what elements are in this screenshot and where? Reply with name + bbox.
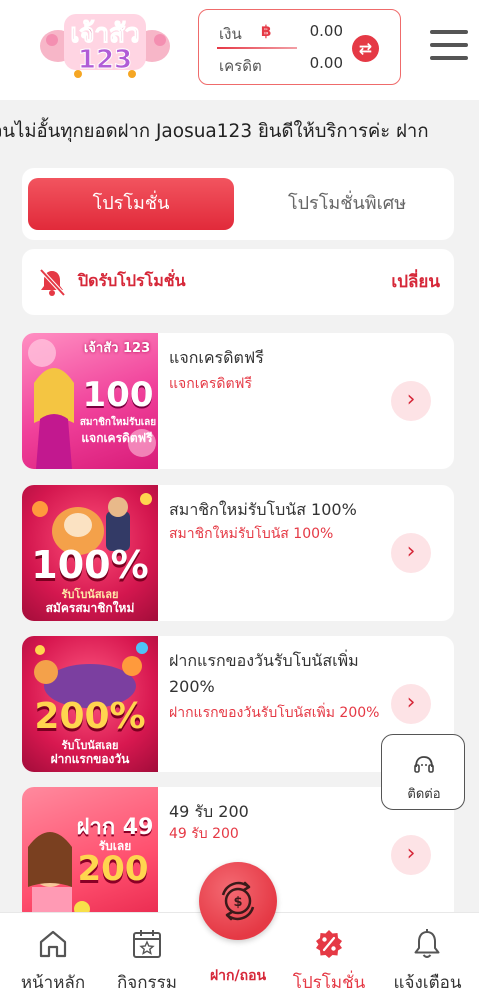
promotion-image-first-deposit: 200% รับโบนัสเลย ฝากแรกของวัน <box>22 636 158 772</box>
nav-item-notifications[interactable]: แจ้งเตือน <box>376 913 479 1001</box>
nav-label: กิจกรรม <box>116 973 177 993</box>
balance-divider <box>217 47 297 49</box>
promotion-tabs: โปรโมชั่น โปรโมชั่นพิเศษ <box>22 168 454 240</box>
promotion-image-new-member: 100% รับโบนัสเลย สมัครสมาชิกใหม่ <box>22 485 158 621</box>
contact-button[interactable]: ติดต่อ <box>381 734 465 810</box>
promo-line2: แจกเครดิตฟรี <box>81 431 153 445</box>
promotion-status-label: ปิดรับโปรโมชั่น <box>78 271 186 290</box>
chevron-right-icon[interactable]: › <box>391 835 431 875</box>
change-button[interactable]: เปลี่ยน <box>391 268 440 295</box>
contact-label: ติดต่อ <box>407 787 441 802</box>
bell-off-icon <box>38 267 66 297</box>
header: เจ้าสัว 123 เงิน ฿ 0.00 เครดิต 0.00 ⇄ <box>0 0 479 100</box>
promotion-subtitle: 49 รับ 200 <box>169 826 239 842</box>
promotion-subtitle: ฝากแรกของวันรับโบนัสเพิ่ม 200% <box>169 705 380 721</box>
promo-line2: ฝากแรกของวัน <box>50 752 130 766</box>
nav-label: โปรโมชั่น <box>292 973 366 993</box>
tab-promotion[interactable]: โปรโมชั่น <box>28 178 234 230</box>
promotion-card[interactable]: เจ้าสัว 123 100 สมาชิกใหม่รับเลย แจกเครด… <box>22 333 454 469</box>
promo-big-number: 100 <box>82 375 154 415</box>
announcement-marquee: วนไม่อั้นทุกยอดฝาก Jaosua123 ยินดีให้บริ… <box>0 112 479 146</box>
nav-item-home[interactable]: หน้าหลัก <box>0 913 106 1001</box>
baht-symbol: ฿ <box>261 22 272 40</box>
promo-line2: สมัครสมาชิกใหม่ <box>45 601 135 615</box>
bell-icon <box>410 927 444 961</box>
promotion-title: สมาชิกใหม่รับโบนัส 100% <box>169 500 357 519</box>
money-value: 0.00 <box>309 22 343 40</box>
promotion-receive-toggle: ปิดรับโปรโมชั่น เปลี่ยน <box>22 249 454 315</box>
promotion-icon <box>312 927 346 961</box>
calendar-icon <box>130 927 164 961</box>
support-icon <box>413 755 435 775</box>
promotion-title: ฝากแรกของวันรับโบนัสเพิ่ม 200% <box>169 651 359 696</box>
deposit-withdraw-button[interactable]: $ <box>199 862 277 940</box>
promotion-subtitle: แจกเครดิตฟรี <box>169 376 252 392</box>
chevron-right-icon[interactable]: › <box>391 533 431 573</box>
chevron-right-icon[interactable]: › <box>391 381 431 421</box>
brand-logo[interactable]: เจ้าสัว 123 <box>38 6 172 82</box>
promo-logo-text: เจ้าสัว 123 <box>83 341 151 356</box>
promotion-title: 49 รับ 200 <box>169 802 249 821</box>
credit-label: เครดิต <box>219 57 262 75</box>
deposit-withdraw-label[interactable]: ฝาก/ถอน <box>186 965 290 987</box>
chevron-right-icon[interactable]: › <box>391 684 431 724</box>
marquee-text: วนไม่อั้นทุกยอดฝาก Jaosua123 ยินดีให้บริ… <box>0 121 429 142</box>
money-label: เงิน <box>219 25 242 43</box>
nav-item-promotion[interactable]: โปรโมชั่น <box>282 913 376 1001</box>
promo-big-number: 200% <box>34 696 146 737</box>
nav-item-activities[interactable]: กิจกรรม <box>106 913 188 1001</box>
svg-text:$: $ <box>233 895 242 910</box>
promo-line1: สมาชิกใหม่รับเลย <box>79 417 157 428</box>
money-balance-row: เงิน ฿ 0.00 <box>219 22 343 44</box>
hamburger-icon[interactable] <box>430 30 468 60</box>
promotion-subtitle: สมาชิกใหม่รับโบนัส 100% <box>169 526 334 542</box>
swap-icon[interactable]: ⇄ <box>352 35 379 62</box>
nav-label: หน้าหลัก <box>20 973 86 993</box>
balance-panel: เงิน ฿ 0.00 เครดิต 0.00 ⇄ <box>198 9 401 85</box>
promo-big-number: 200 <box>77 849 149 889</box>
promo-big-number: 100% <box>31 543 149 587</box>
tab-special-promotion[interactable]: โปรโมชั่นพิเศษ <box>244 178 450 230</box>
logo-text-bottom: 123 <box>78 45 132 75</box>
deposit-withdraw-icon: $ <box>221 881 255 921</box>
promotion-image-free-credit: เจ้าสัว 123 100 สมาชิกใหม่รับเลย แจกเครด… <box>22 333 158 469</box>
nav-label: แจ้งเตือน <box>393 973 462 993</box>
home-icon <box>36 927 70 961</box>
credit-value: 0.00 <box>309 54 343 72</box>
promotion-card[interactable]: 100% รับโบนัสเลย สมัครสมาชิกใหม่ สมาชิกใ… <box>22 485 454 621</box>
credit-balance-row: เครดิต 0.00 <box>219 54 343 76</box>
promotion-image-49-get-200: ฝาก 49 รับเลย 200 <box>22 787 158 923</box>
promotion-title: แจกเครดิตฟรี <box>169 348 264 367</box>
